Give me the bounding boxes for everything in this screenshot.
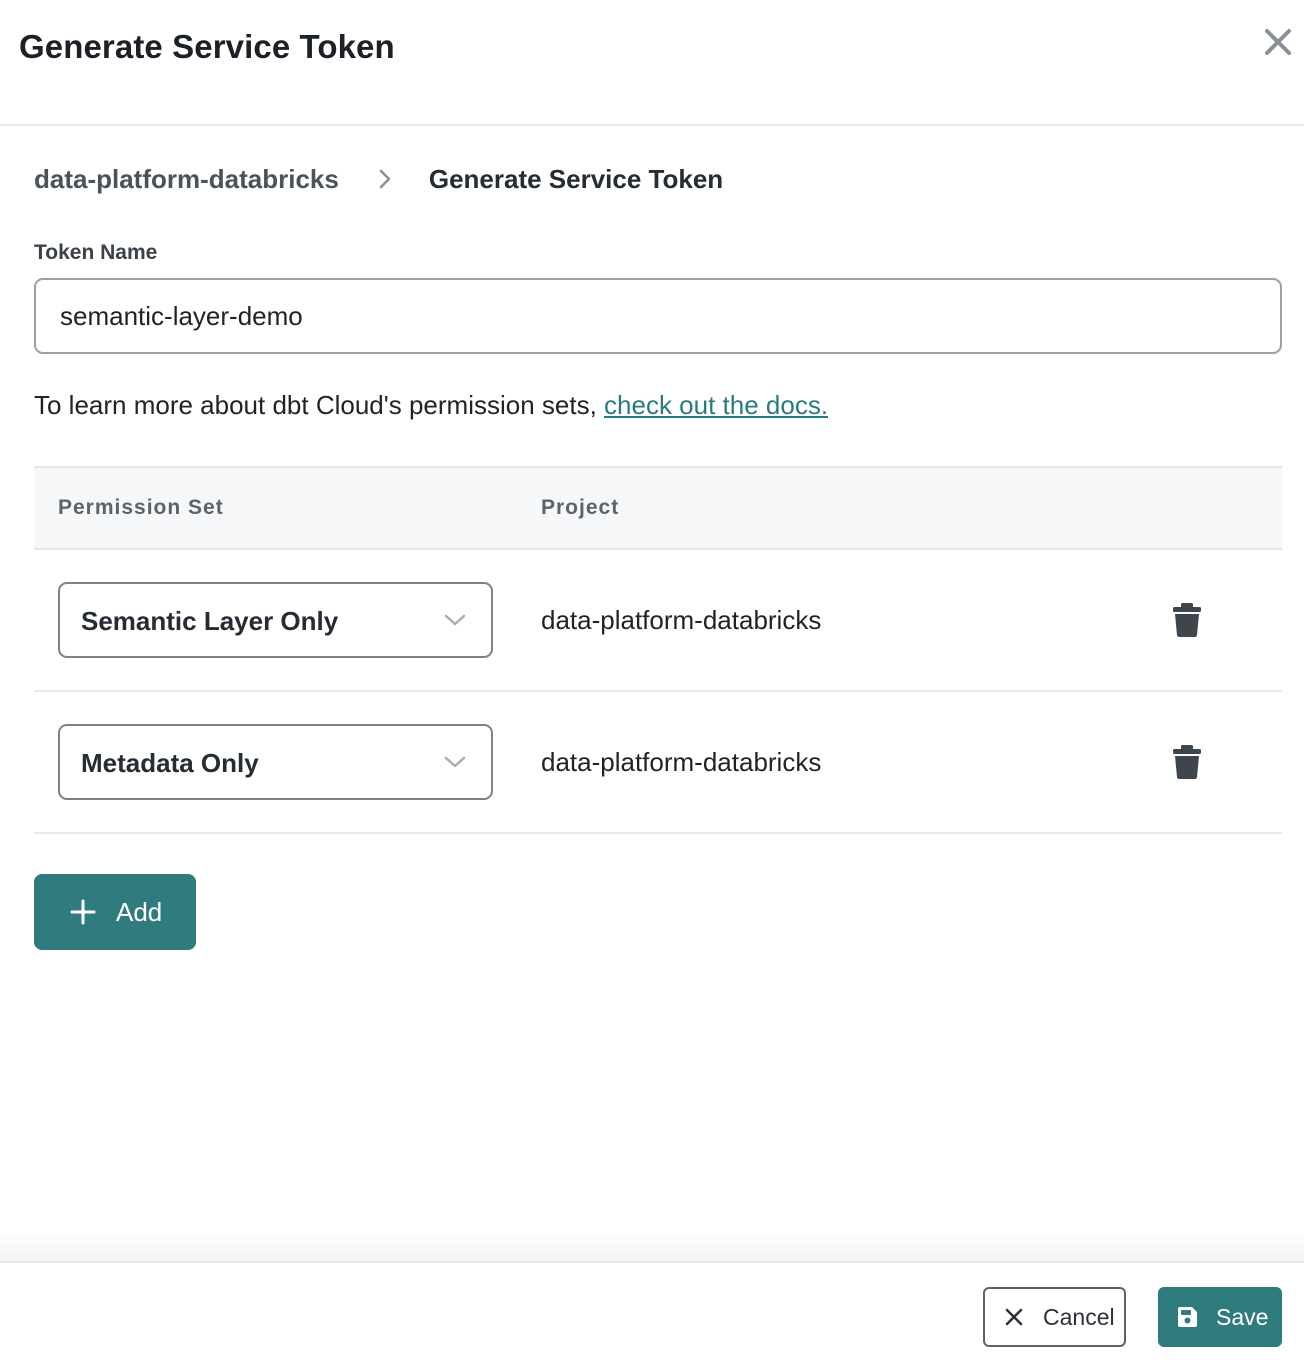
cancel-button-label: Cancel [1043, 1303, 1115, 1330]
table-row: Semantic Layer Only data-platform-databr… [34, 550, 1282, 692]
breadcrumb: data-platform-databricks Generate Servic… [34, 162, 723, 196]
table-header: Permission Set Project [34, 466, 1282, 550]
chevron-down-icon [444, 756, 466, 768]
dialog-header: Generate Service Token [0, 0, 1304, 126]
permission-set-value: Semantic Layer Only [81, 606, 339, 636]
chevron-right-icon [379, 169, 391, 189]
footer-shadow [0, 1230, 1304, 1262]
cancel-button[interactable]: Cancel [983, 1287, 1126, 1347]
column-header-permission-set: Permission Set [58, 496, 224, 519]
permission-info-text: To learn more about dbt Cloud's permissi… [34, 390, 605, 420]
chevron-down-icon [444, 614, 466, 626]
permission-info: To learn more about dbt Cloud's permissi… [34, 390, 828, 421]
close-icon[interactable] [1262, 26, 1294, 58]
token-name-label: Token Name [34, 241, 158, 264]
save-button-label: Save [1216, 1303, 1269, 1330]
trash-icon[interactable] [1172, 744, 1202, 780]
column-header-project: Project [541, 496, 620, 519]
table-row: Metadata Only data-platform-databricks [34, 692, 1282, 834]
trash-icon[interactable] [1172, 602, 1202, 638]
dialog-title: Generate Service Token [19, 28, 395, 65]
plus-icon [70, 899, 96, 925]
permission-set-value: Metadata Only [81, 748, 259, 778]
permission-set-select[interactable]: Metadata Only [58, 724, 493, 800]
project-cell: data-platform-databricks [541, 747, 822, 777]
docs-link[interactable]: check out the docs. [604, 390, 828, 420]
close-icon [1005, 1308, 1023, 1326]
add-button-label: Add [116, 896, 163, 927]
project-cell: data-platform-databricks [541, 605, 822, 635]
save-button[interactable]: Save [1158, 1287, 1282, 1347]
add-permission-button[interactable]: Add [34, 874, 196, 950]
dialog-footer: Cancel Save [0, 1261, 1304, 1360]
token-name-input[interactable] [34, 278, 1282, 354]
permission-set-select[interactable]: Semantic Layer Only [58, 582, 493, 658]
permissions-table: Permission Set Project Semantic Layer On… [34, 466, 1282, 834]
breadcrumb-parent-link[interactable]: data-platform-databricks [34, 164, 339, 195]
save-icon [1178, 1307, 1197, 1327]
breadcrumb-current: Generate Service Token [428, 163, 724, 194]
